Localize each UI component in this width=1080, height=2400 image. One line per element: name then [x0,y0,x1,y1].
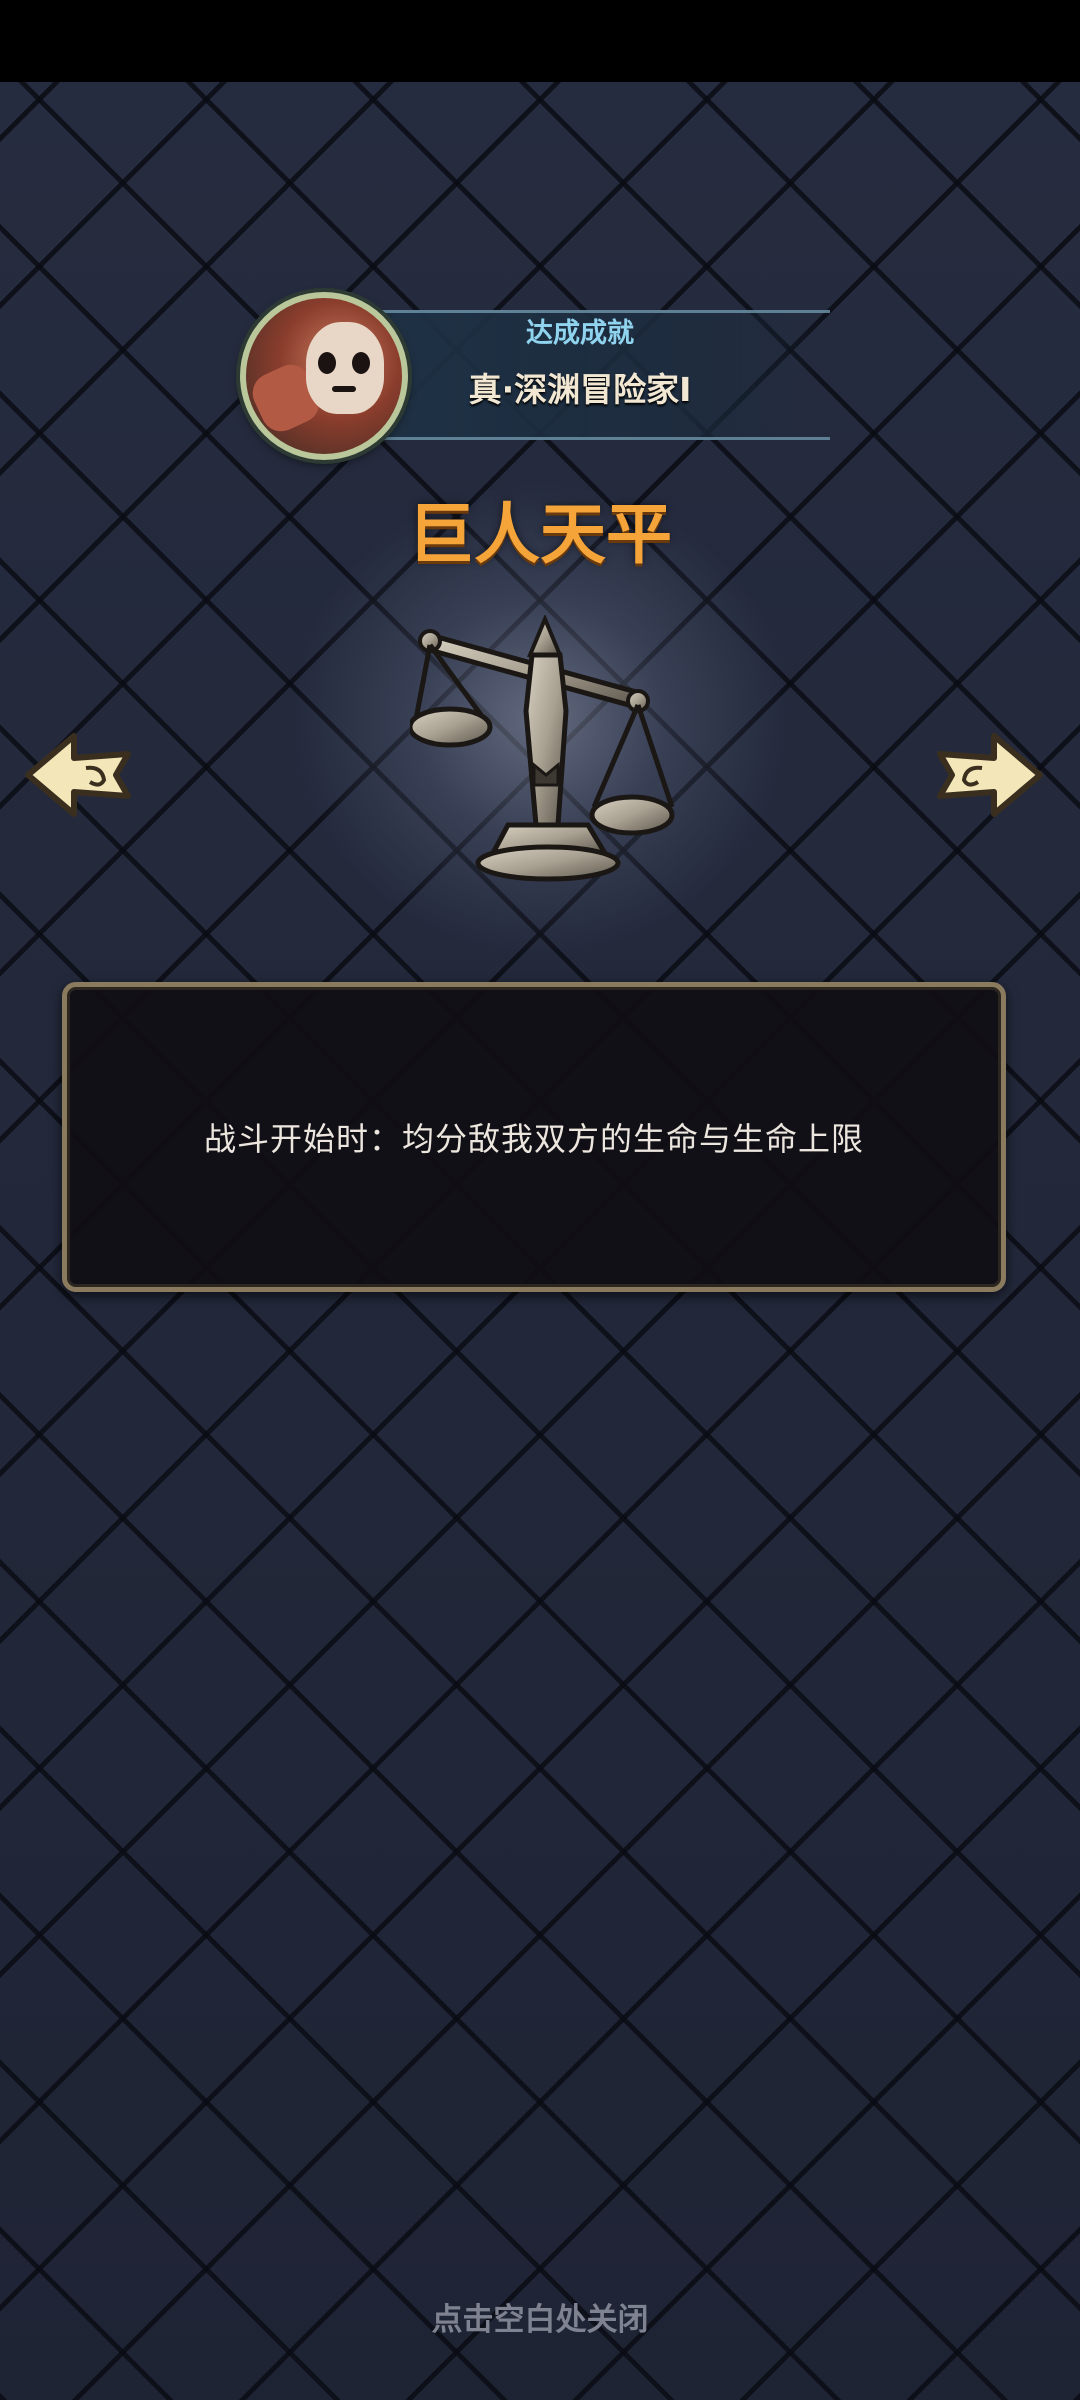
achievement-avatar [240,292,408,460]
skull-face-icon [306,322,384,414]
close-hint: 点击空白处关闭 [431,2302,649,2338]
relic-name: 巨人天平 [408,496,672,573]
game-screen[interactable]: 达成成就 真·深渊冒险家I 巨人天平 战斗开始时：均分敌我双方的生命与生命上限 … [0,0,1080,2400]
achievement-title: 真·深渊冒险家I [468,370,692,409]
arrow-right-icon[interactable] [932,730,1044,820]
relic-description-box: 战斗开始时：均分敌我双方的生命与生命上限 [62,982,1006,1292]
relic-description: 战斗开始时：均分敌我双方的生命与生命上限 [203,1120,864,1158]
status-bar [0,0,1080,82]
arrow-left-icon[interactable] [24,730,136,820]
balance-scale-icon [410,615,675,882]
achievement-label: 达成成就 [526,318,634,349]
